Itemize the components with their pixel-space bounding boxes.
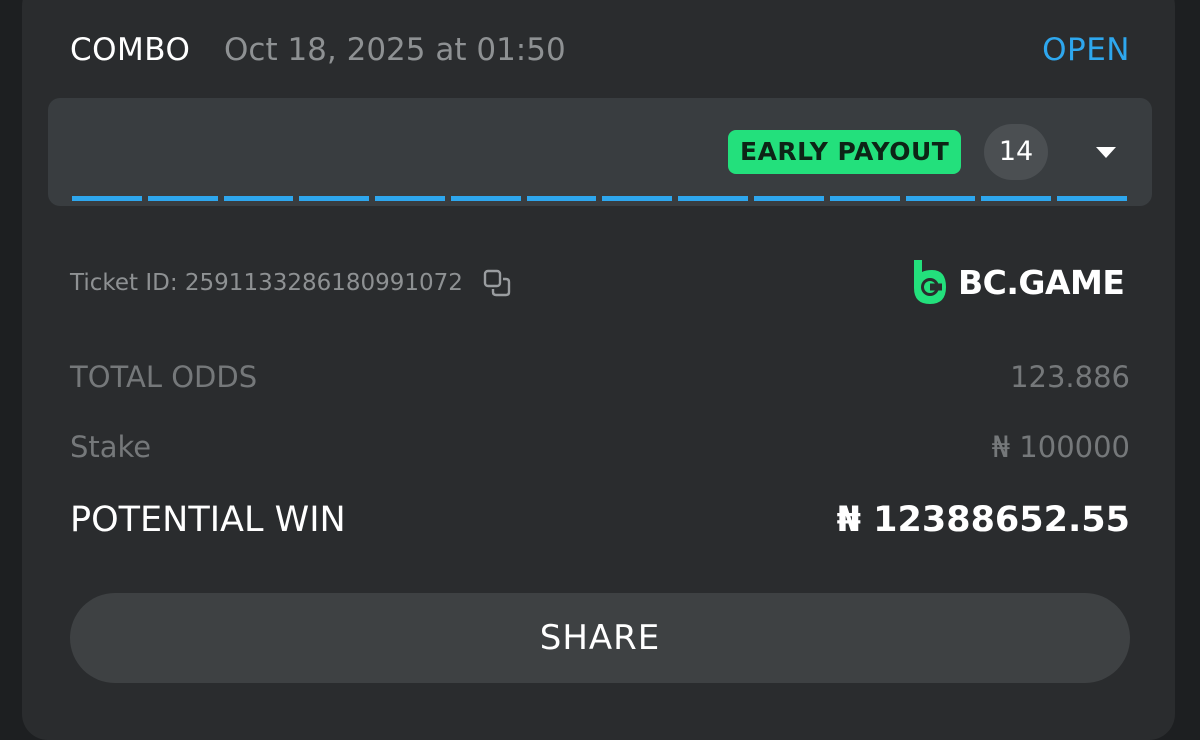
- leg-progress-segment: [223, 196, 294, 201]
- bet-type: COMBO: [70, 32, 191, 68]
- brand-name: BC.GAME: [958, 262, 1125, 302]
- leg-progress-segment: [981, 196, 1052, 201]
- leg-progress-segment: [829, 196, 900, 201]
- bet-header: COMBO Oct 18, 2025 at 01:50 OPEN: [70, 28, 1130, 74]
- expand-toggle-button[interactable]: [1088, 136, 1124, 170]
- leg-progress-segment: [375, 196, 445, 201]
- ticket-id-label: Ticket ID: 2591133286180991072: [70, 270, 463, 296]
- stake-label: Stake: [70, 430, 152, 464]
- leg-progress-segment: [147, 196, 218, 201]
- legs-panel[interactable]: EARLY PAYOUT 14: [48, 98, 1152, 206]
- legs-count-badge: 14: [984, 124, 1048, 180]
- bc-game-logo-icon: [914, 260, 946, 304]
- leg-progress-segment: [299, 196, 370, 201]
- leg-progress-segment: [72, 196, 142, 201]
- bet-status: OPEN: [1042, 32, 1130, 68]
- legs-progress: [72, 196, 1127, 202]
- leg-progress-segment: [602, 196, 673, 201]
- share-button[interactable]: SHARE: [70, 593, 1130, 683]
- total-odds-value: 123.886: [1010, 360, 1130, 394]
- brand-logo: BC.GAME: [910, 256, 1125, 308]
- stake-row: Stake ₦ 100000: [70, 430, 1130, 470]
- leg-progress-segment: [905, 196, 976, 201]
- potential-win-label: POTENTIAL WIN: [70, 500, 346, 540]
- caret-down-icon: [1096, 147, 1116, 158]
- early-payout-badge: EARLY PAYOUT: [728, 130, 962, 174]
- leg-progress-segment: [1057, 196, 1127, 201]
- leg-progress-segment: [754, 196, 824, 201]
- leg-progress-segment: [526, 196, 597, 201]
- bet-date: Oct 18, 2025 at 01:50: [224, 32, 566, 68]
- stake-value: ₦ 100000: [991, 430, 1130, 464]
- leg-progress-segment: [678, 196, 749, 201]
- potential-win-row: POTENTIAL WIN ₦ 12388652.55: [70, 500, 1130, 546]
- copy-icon[interactable]: [481, 267, 513, 299]
- total-odds-row: TOTAL ODDS 123.886: [70, 360, 1130, 400]
- ticket-id: Ticket ID: 2591133286180991072: [70, 266, 513, 300]
- total-odds-label: TOTAL ODDS: [70, 360, 258, 394]
- potential-win-value: ₦ 12388652.55: [836, 500, 1130, 540]
- leg-progress-segment: [450, 196, 521, 201]
